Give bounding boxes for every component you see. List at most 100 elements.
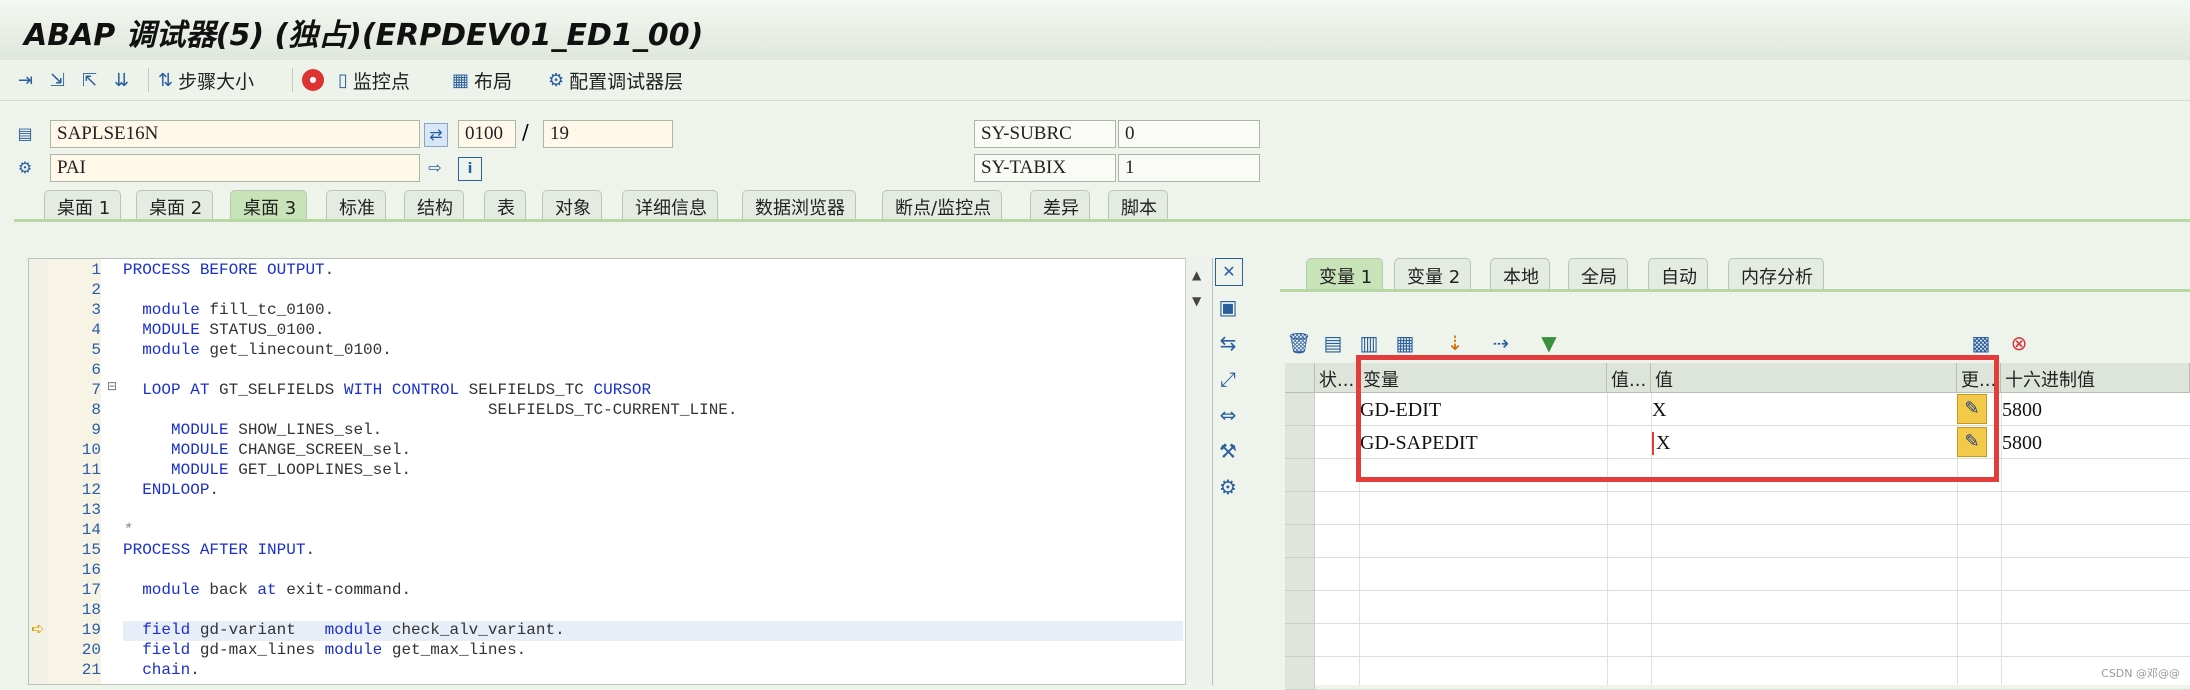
col-header-status[interactable]: 状... xyxy=(1315,363,1359,393)
row-selector[interactable] xyxy=(1285,459,1315,492)
row-selector[interactable] xyxy=(1285,624,1315,657)
table-row[interactable] xyxy=(1285,492,2190,525)
col-header-hex[interactable]: 十六进制值 xyxy=(2001,363,2190,393)
tab-local[interactable]: 本地 xyxy=(1490,258,1550,290)
tab-variables-1[interactable]: 变量 1 xyxy=(1306,258,1384,290)
tab-underline xyxy=(14,219,2190,222)
config-layers-button[interactable]: ⚙ 配置调试器层 xyxy=(548,66,683,94)
navigate-icon[interactable]: ⇄ xyxy=(424,123,448,147)
delete-icon[interactable]: 🗑 xyxy=(1286,330,1312,356)
row-selector[interactable] xyxy=(1285,393,1315,426)
code-line[interactable]: MODULE SHOW_LINES_sel. xyxy=(123,421,382,439)
window-title: ABAP 调试器(5) (独占)(ERPDEV01_ED1_00) xyxy=(24,18,704,53)
table-row[interactable] xyxy=(1285,591,2190,624)
program-field[interactable]: SAPLSE16N xyxy=(50,120,420,148)
tab-auto[interactable]: 自动 xyxy=(1648,258,1708,290)
stop-button[interactable]: ● xyxy=(302,66,329,94)
tab-memory-analysis[interactable]: 内存分析 xyxy=(1728,258,1824,290)
tab-object[interactable]: 对象 xyxy=(542,190,602,220)
close-view-icon[interactable]: ✕ xyxy=(1215,258,1243,286)
tab-variables-2[interactable]: 变量 2 xyxy=(1394,258,1472,290)
grid-corner[interactable] xyxy=(1285,363,1315,393)
code-line[interactable]: module fill_tc_0100. xyxy=(123,301,334,319)
transfer-icon[interactable]: ⇢ xyxy=(1488,330,1514,356)
tab-diff[interactable]: 差异 xyxy=(1030,190,1090,220)
row-selector[interactable] xyxy=(1285,426,1315,459)
line-field[interactable]: 19 xyxy=(543,120,673,148)
insert-icon[interactable]: ▤ xyxy=(1320,330,1346,356)
scroll-down-icon[interactable]: ▼ xyxy=(1192,294,1201,308)
maximize-icon[interactable]: ⤢ xyxy=(1215,366,1241,392)
tab-details[interactable]: 详细信息 xyxy=(622,190,718,220)
row-selector[interactable] xyxy=(1285,657,1315,690)
resize-icon[interactable]: ⇔ xyxy=(1215,402,1241,428)
row-selector[interactable] xyxy=(1285,492,1315,525)
config-icon: ⚙ xyxy=(548,69,565,91)
tab-desktop-1[interactable]: 桌面 1 xyxy=(44,190,122,220)
tab-script[interactable]: 脚本 xyxy=(1108,190,1168,220)
screen-field[interactable]: 0100 xyxy=(458,120,516,148)
sy-subrc-value[interactable]: 0 xyxy=(1118,120,1260,148)
line-number: 9 xyxy=(91,421,101,439)
code-line[interactable]: PROCESS AFTER INPUT. xyxy=(123,541,315,559)
scroll-up-icon[interactable]: ▲ xyxy=(1192,268,1201,282)
code-line[interactable]: MODULE CHANGE_SCREEN_sel. xyxy=(123,441,411,459)
tab-table[interactable]: 表 xyxy=(484,190,526,220)
tab-desktop-2[interactable]: 桌面 2 xyxy=(136,190,214,220)
code-line[interactable]: PROCESS BEFORE OUTPUT. xyxy=(123,261,334,279)
code-line[interactable]: SELFIELDS_TC-CURRENT_LINE. xyxy=(123,401,738,419)
code-editor[interactable]: ➪ ⊟ 1 PROCESS BEFORE OUTPUT. 2 3 module fil… xyxy=(28,258,1213,685)
layout-button[interactable]: ▦ 布局 xyxy=(452,66,512,94)
step-return-icon[interactable]: ⇱ xyxy=(82,66,102,94)
step-into-icon[interactable]: ⇥ xyxy=(18,66,38,94)
settings-icon[interactable]: ⚙ xyxy=(1215,474,1241,500)
remove-all-icon[interactable]: ⊗ xyxy=(2006,330,2032,356)
table-row[interactable] xyxy=(1285,525,2190,558)
collapse-icon[interactable]: ⊟ xyxy=(107,379,117,393)
code-line[interactable]: MODULE GET_LOOPLINES_sel. xyxy=(123,461,411,479)
tab-data-browser[interactable]: 数据浏览器 xyxy=(742,190,856,220)
continue-icon[interactable]: ⇊ xyxy=(114,66,134,94)
row-selector[interactable] xyxy=(1285,591,1315,624)
step-over-icon[interactable]: ⇲ xyxy=(50,66,70,94)
new-view-icon[interactable]: ▣ xyxy=(1215,294,1241,320)
tab-desktop-3[interactable]: 桌面 3 xyxy=(230,190,308,220)
delete-row-icon[interactable]: ▦ xyxy=(1392,330,1418,356)
watch-icon[interactable]: ⇣ xyxy=(1442,330,1468,356)
table-row[interactable] xyxy=(1285,657,2190,690)
hex-value-cell[interactable]: 5800 xyxy=(2002,432,2042,455)
code-line[interactable]: MODULE STATUS_0100. xyxy=(123,321,324,339)
tools-icon[interactable]: ⚒ xyxy=(1215,438,1241,464)
event-field[interactable]: PAI xyxy=(50,154,420,182)
watermark: CSDN @邓@@ xyxy=(2101,667,2180,680)
copy-icon[interactable]: ▥ xyxy=(1356,330,1382,356)
tab-standard[interactable]: 标准 xyxy=(326,190,386,220)
tab-breakpoints[interactable]: 断点/监控点 xyxy=(882,190,1003,220)
tab-structure[interactable]: 结构 xyxy=(404,190,464,220)
save-icon[interactable]: ▩ xyxy=(1968,330,1994,356)
table-row[interactable] xyxy=(1285,624,2190,657)
code-line[interactable]: LOOP AT GT_SELFIELDS WITH CONTROL SELFIE… xyxy=(123,381,651,399)
row-selector[interactable] xyxy=(1285,558,1315,591)
editor-scrollbar[interactable]: ▲ ▼ xyxy=(1185,258,1212,685)
code-line[interactable]: module get_linecount_0100. xyxy=(123,341,392,359)
watchpoint-button[interactable]: ▯ 监控点 xyxy=(338,66,410,94)
info-icon[interactable]: i xyxy=(458,157,482,181)
tab-global[interactable]: 全局 xyxy=(1568,258,1628,290)
filter-icon[interactable]: ▼ xyxy=(1536,330,1562,356)
line-number: 2 xyxy=(91,281,101,299)
enter-icon[interactable]: ⇨ xyxy=(424,157,446,179)
row-selector[interactable] xyxy=(1285,525,1315,558)
code-line[interactable]: module back at exit-command. xyxy=(123,581,411,599)
code-line[interactable]: ENDLOOP. xyxy=(123,481,219,499)
step-size-button[interactable]: ⇅ 步骤大小 xyxy=(158,66,254,94)
sy-tabix-value[interactable]: 1 xyxy=(1118,154,1260,182)
code-line[interactable]: field gd-variant module check_alv_varian… xyxy=(123,621,564,639)
swap-icon[interactable]: ⇆ xyxy=(1215,330,1241,356)
table-row[interactable] xyxy=(1285,558,2190,591)
toolbar-divider xyxy=(292,68,293,92)
code-line[interactable]: chain. xyxy=(123,661,200,679)
code-line[interactable]: field gd-max_lines module get_max_lines. xyxy=(123,641,526,659)
hex-value-cell[interactable]: 5800 xyxy=(2002,399,2042,422)
code-line[interactable]: * xyxy=(123,521,133,539)
